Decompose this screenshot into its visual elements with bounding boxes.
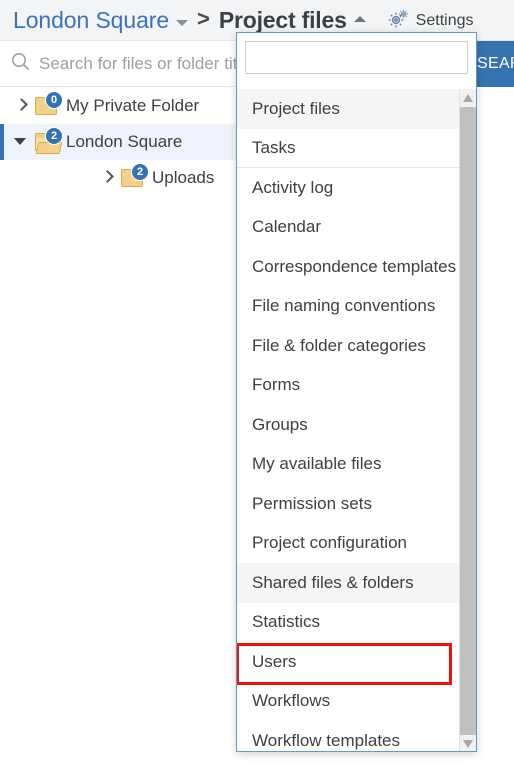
scrollbar-thumb[interactable] [460,107,476,737]
dropdown-item-label: My available files [252,454,382,474]
folder-closed-icon: 2 [121,163,149,188]
breadcrumb-separator: > [197,6,210,31]
dropdown-item-groups[interactable]: Groups [237,405,476,445]
dropdown-item-workflow-templates[interactable]: Workflow templates [237,721,476,751]
dropdown-filter-input[interactable] [245,41,468,74]
dropdown-item-label: Tasks [252,137,296,157]
chevron-right-icon[interactable] [100,171,114,185]
dropdown-item-file-folder-categories[interactable]: File & folder categories [237,326,476,366]
dropdown-item-my-available-files[interactable]: My available files [237,445,476,485]
dropdown-item-permission-sets[interactable]: Permission sets [237,484,476,524]
chevron-right-icon[interactable] [14,99,28,113]
scroll-up-arrow-icon[interactable] [460,89,476,106]
dropdown-item-project-configuration[interactable]: Project configuration [237,524,476,564]
scroll-down-arrow-icon[interactable] [460,735,476,751]
dropdown-item-project-files[interactable]: Project files [237,89,476,129]
dropdown-item-label: Correspondence templates [252,256,457,276]
dropdown-item-label: Activity log [252,177,334,197]
folder-open-icon: 2 [35,127,63,152]
dropdown-item-statistics[interactable]: Statistics [237,603,476,643]
dropdown-item-label: Calendar [252,217,321,237]
dropdown-item-shared-files-folders[interactable]: Shared files & folders [237,563,476,603]
chevron-down-icon[interactable] [176,20,189,26]
breadcrumb-current-item[interactable]: Project files [219,7,347,34]
tree-item-label: London Square [66,132,183,151]
dropdown-filter-wrapper [237,33,476,81]
breadcrumb-root-link[interactable]: London Square [13,7,169,34]
dropdown-item-users[interactable]: Users [237,642,476,685]
dropdown-item-label: Project files [252,98,340,118]
tree-item-label: My Private Folder [66,96,200,115]
project-files-dropdown-panel: Project files Tasks Activity log Calendar Co… [236,32,477,752]
dropdown-menu-list: Project files Tasks Activity log Calendar Co… [237,89,476,751]
gears-icon [388,9,409,33]
dropdown-item-label: Forms [252,375,301,395]
settings-label: Settings [415,12,474,29]
caret-down-icon[interactable] [14,135,28,149]
dropdown-item-label: Groups [252,414,308,434]
search-icon [11,52,30,76]
settings-button[interactable]: Settings [388,9,474,33]
folder-count-badge: 0 [45,91,63,109]
tree-item-label: Uploads [152,168,215,187]
dropdown-item-tasks[interactable]: Tasks [237,129,476,168]
dropdown-item-activity-log[interactable]: Activity log [237,168,476,208]
dropdown-scrollbar[interactable] [459,89,476,751]
dropdown-item-workflows[interactable]: Workflows [237,682,476,722]
dropdown-item-label: Shared files & folders [252,572,414,592]
dropdown-item-forms[interactable]: Forms [237,366,476,406]
dropdown-item-label: File naming conventions [252,296,436,316]
dropdown-item-file-naming-conventions[interactable]: File naming conventions [237,287,476,327]
dropdown-item-calendar[interactable]: Calendar [237,208,476,248]
dropdown-item-label: Workflows [252,691,331,711]
dropdown-item-label: Users [252,651,297,671]
app-root: London Square > Project files Settings S… [0,0,514,769]
dropdown-item-correspondence-templates[interactable]: Correspondence templates [237,247,476,287]
search-placeholder: Search for files or folder titles [39,53,260,73]
folder-count-badge: 2 [45,127,63,145]
dropdown-item-label: Permission sets [252,493,372,513]
chevron-up-icon[interactable] [353,16,366,22]
dropdown-item-label: Workflow templates [252,730,401,750]
dropdown-item-label: File & folder categories [252,335,426,355]
folder-count-badge: 2 [131,163,149,181]
dropdown-item-label: Statistics [252,612,321,632]
dropdown-item-label: Project configuration [252,533,407,553]
folder-closed-icon: 0 [35,91,63,116]
